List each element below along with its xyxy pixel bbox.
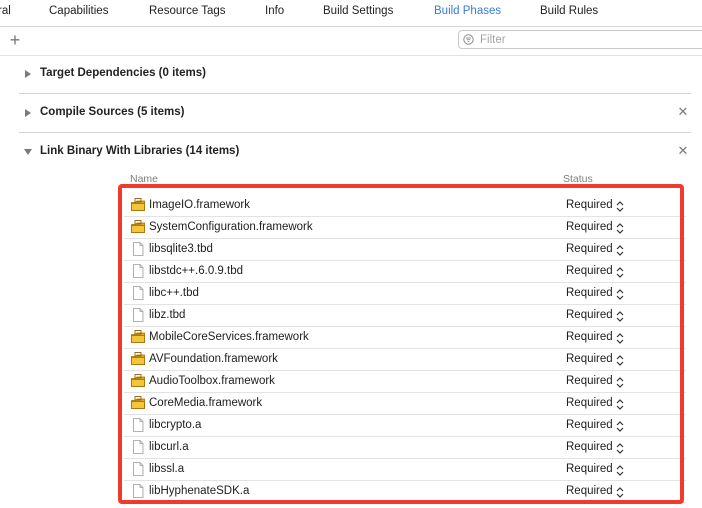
phase-compile-sources[interactable]: Compile Sources (5 items) ✕ xyxy=(19,94,691,133)
tab-build-phases[interactable]: Build Phases xyxy=(434,5,501,17)
library-name: libcurl.a xyxy=(149,441,189,453)
library-name: libHyphenateSDK.a xyxy=(149,485,250,497)
status-stepper-icon[interactable] xyxy=(616,486,624,499)
file-icon xyxy=(130,417,146,433)
tab-resource-tags[interactable]: Resource Tags xyxy=(149,5,226,17)
library-name: libz.tbd xyxy=(149,309,186,321)
status-value[interactable]: Required xyxy=(566,199,613,211)
phase-target-dependencies[interactable]: Target Dependencies (0 items) xyxy=(19,55,691,94)
status-stepper-icon[interactable] xyxy=(616,420,624,433)
file-icon xyxy=(130,285,146,301)
status-stepper-icon[interactable] xyxy=(616,442,624,455)
table-row[interactable]: libstdc++.6.0.9.tbd Required xyxy=(124,261,686,283)
file-icon xyxy=(130,307,146,323)
library-name: libssl.a xyxy=(149,463,185,475)
tab-general[interactable]: ral xyxy=(0,5,11,17)
framework-icon xyxy=(130,351,146,367)
status-value[interactable]: Required xyxy=(566,419,613,431)
table-row[interactable]: libc++.tbd Required xyxy=(124,283,686,305)
framework-icon xyxy=(130,329,146,345)
status-stepper-icon[interactable] xyxy=(616,332,624,345)
table-row[interactable]: SystemConfiguration.framework Required xyxy=(124,217,686,239)
status-stepper-icon[interactable] xyxy=(616,310,624,323)
status-value[interactable]: Required xyxy=(566,221,613,233)
disclosure-triangle-expanded-icon[interactable] xyxy=(24,148,32,156)
phase-title: Target Dependencies (0 items) xyxy=(40,67,206,79)
library-name: CoreMedia.framework xyxy=(149,397,263,409)
library-name: libsqlite3.tbd xyxy=(149,243,213,255)
status-value[interactable]: Required xyxy=(566,463,613,475)
status-stepper-icon[interactable] xyxy=(616,288,624,301)
status-value[interactable]: Required xyxy=(566,485,613,497)
tab-build-rules[interactable]: Build Rules xyxy=(540,5,598,17)
framework-icon xyxy=(130,197,146,213)
library-name: libcrypto.a xyxy=(149,419,202,431)
table-row[interactable]: ImageIO.framework Required xyxy=(124,195,686,217)
phase-title: Link Binary With Libraries (14 items) xyxy=(40,145,240,157)
tab-build-settings[interactable]: Build Settings xyxy=(323,5,393,17)
status-stepper-icon[interactable] xyxy=(616,244,624,257)
remove-phase-close-icon[interactable]: ✕ xyxy=(677,143,689,159)
file-icon xyxy=(130,439,146,455)
status-stepper-icon[interactable] xyxy=(616,222,624,235)
status-stepper-icon[interactable] xyxy=(616,398,624,411)
status-stepper-icon[interactable] xyxy=(616,354,624,367)
table-row[interactable]: libcurl.a Required xyxy=(124,437,686,459)
status-value[interactable]: Required xyxy=(566,397,613,409)
tab-info[interactable]: Info xyxy=(265,5,284,17)
phases-toolbar: + xyxy=(0,27,702,56)
table-row[interactable]: AVFoundation.framework Required xyxy=(124,349,686,371)
add-phase-button[interactable]: + xyxy=(6,30,24,50)
status-stepper-icon[interactable] xyxy=(616,266,624,279)
phase-link-binary-with-libraries[interactable]: Link Binary With Libraries (14 items) ✕ xyxy=(19,133,691,171)
library-name: AVFoundation.framework xyxy=(149,353,278,365)
status-value[interactable]: Required xyxy=(566,287,613,299)
phase-title: Compile Sources (5 items) xyxy=(40,106,185,118)
table-row[interactable]: libcrypto.a Required xyxy=(124,415,686,437)
library-name: MobileCoreServices.framework xyxy=(149,331,309,343)
remove-phase-close-icon[interactable]: ✕ xyxy=(677,104,689,120)
status-value[interactable]: Required xyxy=(566,309,613,321)
file-icon xyxy=(130,241,146,257)
status-value[interactable]: Required xyxy=(566,375,613,387)
disclosure-triangle-collapsed-icon[interactable] xyxy=(24,70,32,78)
table-row[interactable]: CoreMedia.framework Required xyxy=(124,393,686,415)
filter-icon xyxy=(463,34,474,45)
editor-tab-bar: ral Capabilities Resource Tags Info Buil… xyxy=(0,0,702,27)
tab-capabilities[interactable]: Capabilities xyxy=(49,5,108,17)
disclosure-triangle-collapsed-icon[interactable] xyxy=(24,109,32,117)
status-value[interactable]: Required xyxy=(566,353,613,365)
status-value[interactable]: Required xyxy=(566,441,613,453)
table-row[interactable]: libHyphenateSDK.a Required xyxy=(124,481,686,503)
status-stepper-icon[interactable] xyxy=(616,200,624,213)
file-icon xyxy=(130,461,146,477)
framework-icon xyxy=(130,219,146,235)
framework-icon xyxy=(130,373,146,389)
status-value[interactable]: Required xyxy=(566,243,613,255)
library-name: libstdc++.6.0.9.tbd xyxy=(149,265,243,277)
status-stepper-icon[interactable] xyxy=(616,464,624,477)
library-name: SystemConfiguration.framework xyxy=(149,221,313,233)
library-name: ImageIO.framework xyxy=(149,199,250,211)
status-value[interactable]: Required xyxy=(566,331,613,343)
file-icon xyxy=(130,263,146,279)
table-row[interactable]: MobileCoreServices.framework Required xyxy=(124,327,686,349)
filter-input[interactable] xyxy=(480,32,700,47)
status-value[interactable]: Required xyxy=(566,265,613,277)
linked-libraries-table: ImageIO.framework Required SystemConfigu… xyxy=(114,181,691,508)
table-row[interactable]: AudioToolbox.framework Required xyxy=(124,371,686,393)
table-row[interactable]: libsqlite3.tbd Required xyxy=(124,239,686,261)
status-stepper-icon[interactable] xyxy=(616,376,624,389)
library-name: libc++.tbd xyxy=(149,287,199,299)
file-icon xyxy=(130,483,146,499)
filter-field[interactable] xyxy=(458,30,702,49)
table-row[interactable]: libssl.a Required xyxy=(124,459,686,481)
table-row[interactable]: libz.tbd Required xyxy=(124,305,686,327)
framework-icon xyxy=(130,395,146,411)
library-name: AudioToolbox.framework xyxy=(149,375,275,387)
